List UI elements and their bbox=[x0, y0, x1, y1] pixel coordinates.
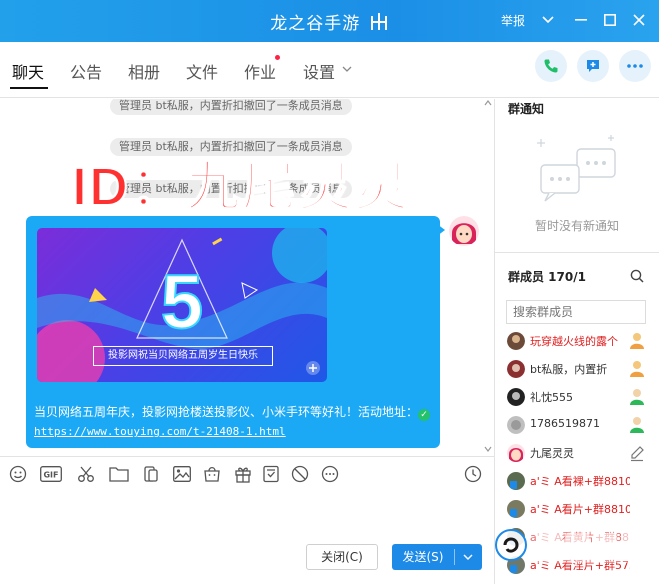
member-icon bbox=[630, 389, 644, 405]
more-options-button[interactable] bbox=[619, 50, 651, 82]
member-item[interactable]: bt私服，内置折 bbox=[495, 355, 659, 383]
window-title-wrap: 龙之谷手游 bbox=[0, 9, 659, 34]
close-button[interactable]: 关闭(C) bbox=[306, 544, 378, 570]
site-logo-watermark bbox=[495, 527, 651, 563]
chevron-down-icon[interactable] bbox=[538, 10, 558, 30]
avatar bbox=[507, 472, 525, 490]
tab-settings[interactable]: 设置 bbox=[303, 59, 335, 83]
send-button-separator bbox=[454, 549, 455, 565]
send-button-label: 发送(S) bbox=[402, 550, 444, 564]
avatar bbox=[507, 416, 525, 434]
more-dots-icon bbox=[627, 64, 643, 68]
message-link[interactable]: https://www.touying.com/t-21408-1.html bbox=[34, 425, 286, 438]
shop-icon[interactable] bbox=[203, 465, 221, 483]
member-name: a'ミ A看裸+群88109 bbox=[530, 475, 630, 488]
block-icon[interactable] bbox=[291, 465, 309, 483]
minimize-button[interactable] bbox=[571, 10, 591, 30]
chat-scrollbar[interactable] bbox=[482, 99, 494, 455]
tab-chat[interactable]: 聊天 bbox=[12, 59, 44, 83]
member-item[interactable]: 玩穿越火线的露个 bbox=[495, 327, 659, 355]
admin-icon bbox=[630, 333, 644, 349]
message-body: 当贝网络五周年庆，投影网抢楼送投影仪、小米手环等好礼！活动地址： bbox=[34, 405, 419, 419]
call-button[interactable] bbox=[535, 50, 567, 82]
close-window-button[interactable] bbox=[629, 10, 649, 30]
id-overlay-text: ID：九尾灵灵 bbox=[71, 156, 410, 218]
tab-bar: 聊天 公告 相册 文件 作业 设置 bbox=[0, 42, 659, 98]
message-bubble: 5 投影网祝当贝网络五周岁生日快乐 当贝网络五周年庆，投影网抢楼送投影仪、小米手… bbox=[26, 216, 440, 448]
svg-text:GIF: GIF bbox=[43, 471, 58, 480]
search-icon[interactable] bbox=[630, 269, 644, 283]
tab-announcement[interactable]: 公告 bbox=[70, 59, 102, 83]
member-name: bt私服，内置折 bbox=[530, 363, 608, 376]
send-options-chevron-icon[interactable] bbox=[459, 544, 477, 570]
message-input-area[interactable]: 关闭(C) 发送(S) bbox=[0, 490, 494, 584]
active-tab-indicator bbox=[10, 87, 48, 89]
member-name: 礼忱555 bbox=[530, 391, 573, 404]
tab-album[interactable]: 相册 bbox=[128, 59, 160, 83]
avatar bbox=[507, 444, 525, 462]
gift-icon[interactable] bbox=[234, 465, 252, 483]
window-title: 龙之谷手游 bbox=[270, 14, 361, 34]
member-search-input[interactable] bbox=[506, 300, 646, 324]
avatar bbox=[507, 388, 525, 406]
input-toolbar: GIF bbox=[0, 456, 494, 490]
group-app-icon bbox=[370, 13, 387, 30]
report-link[interactable]: 举报 bbox=[501, 12, 525, 29]
emoji-icon[interactable] bbox=[9, 465, 27, 483]
bubble-tail bbox=[437, 224, 445, 236]
member-name: 玩穿越火线的露个 bbox=[530, 335, 618, 348]
my-avatar[interactable] bbox=[449, 216, 479, 246]
notice-title: 群通知 bbox=[508, 102, 545, 116]
members-title: 群成员 170/1 bbox=[508, 270, 586, 284]
tab-files[interactable]: 文件 bbox=[186, 59, 218, 83]
member-item[interactable]: a'ミ A看裸+群88109 bbox=[495, 467, 659, 495]
event-banner-image[interactable]: 5 投影网祝当贝网络五周岁生日快乐 bbox=[37, 228, 327, 382]
phone-icon bbox=[544, 59, 558, 73]
vote-icon[interactable] bbox=[262, 465, 280, 483]
message-text: 当贝网络五周年庆，投影网抢楼送投影仪、小米手环等好礼！活动地址： ✓ https:/… bbox=[34, 403, 434, 441]
history-icon[interactable] bbox=[464, 465, 482, 483]
image-icon[interactable] bbox=[173, 465, 191, 483]
avatar bbox=[507, 360, 525, 378]
member-icon bbox=[630, 417, 644, 433]
group-message-button[interactable] bbox=[577, 50, 609, 82]
avatar bbox=[507, 332, 525, 350]
send-button[interactable]: 发送(S) bbox=[392, 544, 482, 570]
add-message-icon bbox=[587, 60, 599, 72]
group-notice-panel: 群通知 暂时没有新通知 bbox=[495, 99, 659, 251]
tab-homework[interactable]: 作业 bbox=[244, 59, 276, 83]
member-item[interactable]: 九尾灵灵 bbox=[495, 439, 659, 467]
maximize-button[interactable] bbox=[600, 10, 620, 30]
scissors-icon[interactable] bbox=[77, 465, 95, 483]
member-name: 1786519871 bbox=[530, 417, 600, 430]
chat-area: 管理员 bt私服，内置折扣撤回了一条成员消息 管理员 bt私服，内置折扣撤回了一… bbox=[0, 99, 494, 455]
homework-badge-dot bbox=[275, 55, 280, 60]
settings-chevron-icon[interactable] bbox=[342, 66, 352, 73]
system-message: 管理员 bt私服，内置折扣撤回了一条成员消息 bbox=[110, 99, 352, 115]
banner-number: 5 bbox=[161, 260, 203, 345]
avatar-image bbox=[449, 216, 479, 246]
edit-icon[interactable] bbox=[629, 444, 645, 462]
admin-icon bbox=[630, 361, 644, 377]
folder-icon[interactable] bbox=[109, 465, 129, 483]
title-bar: 龙之谷手游 举报 bbox=[0, 0, 659, 42]
member-item[interactable]: 1786519871 bbox=[495, 411, 659, 439]
shake-icon[interactable] bbox=[142, 465, 160, 483]
more-icon[interactable] bbox=[321, 465, 339, 483]
empty-notice-illustration-icon bbox=[537, 135, 616, 202]
banner-caption: 投影网祝当贝网络五周岁生日快乐 bbox=[93, 346, 273, 366]
notice-empty-text: 暂时没有新通知 bbox=[534, 219, 619, 233]
verified-link-icon: ✓ bbox=[418, 409, 431, 421]
member-name: 九尾灵灵 bbox=[530, 447, 574, 460]
member-item[interactable]: 礼忱555 bbox=[495, 383, 659, 411]
gif-icon[interactable]: GIF bbox=[40, 465, 62, 483]
